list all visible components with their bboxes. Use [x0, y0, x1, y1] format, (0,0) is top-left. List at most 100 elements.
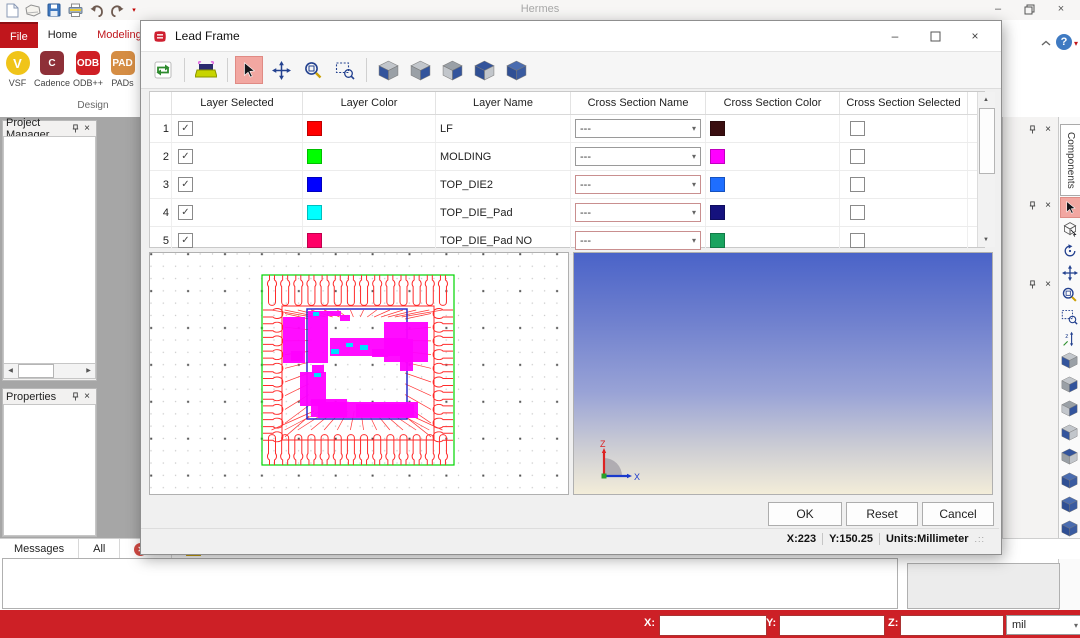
redo-icon[interactable] — [109, 2, 125, 18]
print-icon[interactable] — [67, 2, 83, 18]
cross-section-selected-checkbox[interactable] — [850, 121, 865, 136]
close-icon[interactable]: × — [81, 391, 93, 403]
table-row[interactable]: 4✓TOP_DIE_Pad---▾ — [150, 199, 984, 227]
cross-section-color-swatch[interactable] — [710, 233, 725, 248]
table-vscrollbar[interactable]: ▲ ▼ — [977, 92, 995, 247]
cross-section-color-swatch[interactable] — [710, 177, 725, 192]
cancel-button[interactable]: Cancel — [922, 502, 994, 526]
cross-section-selected-checkbox[interactable] — [850, 177, 865, 192]
view-cube-icon[interactable] — [438, 56, 466, 84]
view-cube-icon[interactable] — [406, 56, 434, 84]
dialog-minimize-button[interactable]: – — [875, 22, 915, 50]
z-axis-tool-button[interactable]: z — [1060, 329, 1079, 348]
ribbon-tab-file[interactable]: File — [0, 22, 38, 50]
cross-section-selected-checkbox[interactable] — [850, 233, 865, 248]
x-coord-input[interactable] — [659, 615, 767, 636]
cross-section-name-select[interactable]: ---▾ — [575, 231, 701, 250]
ribbon-collapse-icon[interactable] — [1038, 36, 1054, 50]
cross-section-name-select[interactable]: ---▾ — [575, 203, 701, 222]
view-cube-icon[interactable] — [1060, 495, 1079, 514]
lead-frame-layer-icon[interactable] — [192, 56, 220, 84]
select-tool-button[interactable] — [1060, 197, 1080, 218]
viewport-2d[interactable] — [149, 252, 569, 495]
pan-tool-button[interactable] — [1060, 263, 1079, 282]
resize-grip[interactable]: .:: — [974, 534, 985, 544]
ribbon-tab-home[interactable]: Home — [38, 22, 87, 48]
pin-icon[interactable] — [1026, 199, 1038, 211]
new-file-icon[interactable] — [4, 2, 20, 18]
dialog-maximize-button[interactable] — [915, 22, 955, 50]
pin-icon[interactable] — [69, 391, 81, 403]
layer-color-swatch[interactable] — [307, 149, 322, 164]
pin-icon[interactable] — [1026, 278, 1038, 290]
help-caret-icon[interactable]: ▾ — [1074, 39, 1078, 48]
ribbon-tool-pads[interactable]: PADPADs — [109, 51, 136, 88]
close-icon[interactable]: × — [1042, 278, 1054, 290]
tab-all[interactable]: All — [79, 539, 120, 559]
messages-output[interactable] — [2, 558, 898, 609]
scrollbar-thumb[interactable] — [18, 364, 54, 378]
table-row[interactable]: 5✓TOP_DIE_Pad NO---▾ — [150, 227, 984, 255]
window-restore-button[interactable] — [1016, 0, 1042, 18]
scrollbar-thumb[interactable] — [979, 108, 995, 174]
zoom-tool-button[interactable] — [299, 56, 327, 84]
ribbon-tool-odb++[interactable]: ODBODB++ — [73, 51, 103, 88]
view-cube-icon[interactable] — [502, 56, 530, 84]
cross-section-name-select[interactable]: ---▾ — [575, 119, 701, 138]
view-cube-icon[interactable] — [1060, 447, 1079, 466]
dialog-close-button[interactable]: × — [955, 22, 995, 50]
tab-messages[interactable]: Messages — [0, 539, 79, 559]
layer-selected-checkbox[interactable]: ✓ — [178, 177, 193, 192]
help-icon[interactable]: ? — [1056, 34, 1072, 50]
view-cube-icon[interactable] — [1060, 519, 1079, 538]
view-cube-icon[interactable] — [1060, 351, 1079, 370]
reload-icon[interactable] — [149, 56, 177, 84]
layer-selected-checkbox[interactable]: ✓ — [178, 205, 193, 220]
view-cube-icon[interactable] — [374, 56, 402, 84]
project-manager-tree[interactable] — [3, 136, 96, 364]
cross-section-color-swatch[interactable] — [710, 205, 725, 220]
select-tool-button[interactable] — [235, 56, 263, 84]
table-row[interactable]: 2✓MOLDING---▾ — [150, 143, 984, 171]
save-icon[interactable] — [46, 2, 62, 18]
view-cube-icon[interactable] — [1060, 399, 1079, 418]
close-icon[interactable]: × — [1042, 123, 1054, 135]
cross-section-color-swatch[interactable] — [710, 149, 725, 164]
close-icon[interactable]: × — [1042, 199, 1054, 211]
layer-color-swatch[interactable] — [307, 121, 322, 136]
pin-icon[interactable] — [1026, 123, 1038, 135]
undo-icon[interactable] — [88, 2, 104, 18]
cross-section-name-select[interactable]: ---▾ — [575, 147, 701, 166]
ribbon-tool-vsf[interactable]: VVSF — [4, 51, 31, 88]
y-coord-input[interactable] — [779, 615, 885, 636]
project-manager-hscrollbar[interactable]: ◀ ▶ — [3, 363, 96, 379]
cross-section-selected-checkbox[interactable] — [850, 149, 865, 164]
pan-tool-button[interactable] — [267, 56, 295, 84]
reset-button[interactable]: Reset — [846, 502, 918, 526]
table-row[interactable]: 1✓LF---▾ — [150, 115, 984, 143]
scroll-right-icon[interactable]: ▶ — [82, 364, 95, 376]
open-file-icon[interactable] — [25, 2, 41, 18]
select-body-tool-button[interactable] — [1060, 219, 1079, 238]
layer-selected-checkbox[interactable]: ✓ — [178, 121, 193, 136]
layer-selected-checkbox[interactable]: ✓ — [178, 233, 193, 248]
view-cube-icon[interactable] — [1060, 471, 1079, 490]
window-close-button[interactable]: × — [1048, 0, 1074, 18]
ribbon-tool-cadence[interactable]: CCadence — [37, 51, 67, 88]
view-cube-icon[interactable] — [1060, 375, 1079, 394]
cross-section-name-select[interactable]: ---▾ — [575, 175, 701, 194]
cross-section-color-swatch[interactable] — [710, 121, 725, 136]
ok-button[interactable]: OK — [768, 502, 842, 526]
table-row[interactable]: 3✓TOP_DIE2---▾ — [150, 171, 984, 199]
view-cube-icon[interactable] — [470, 56, 498, 84]
layer-color-swatch[interactable] — [307, 177, 322, 192]
layer-color-swatch[interactable] — [307, 233, 322, 248]
z-coord-input[interactable] — [900, 615, 1004, 636]
window-minimize-button[interactable]: – — [985, 0, 1011, 18]
unit-select[interactable]: mil ▾ — [1006, 615, 1080, 635]
layer-selected-checkbox[interactable]: ✓ — [178, 149, 193, 164]
scroll-up-icon[interactable]: ▲ — [978, 92, 994, 107]
components-tab[interactable]: Components — [1060, 124, 1080, 196]
qat-customize-caret-icon[interactable]: ▾ — [130, 2, 138, 18]
zoom-window-tool-button[interactable] — [331, 56, 359, 84]
